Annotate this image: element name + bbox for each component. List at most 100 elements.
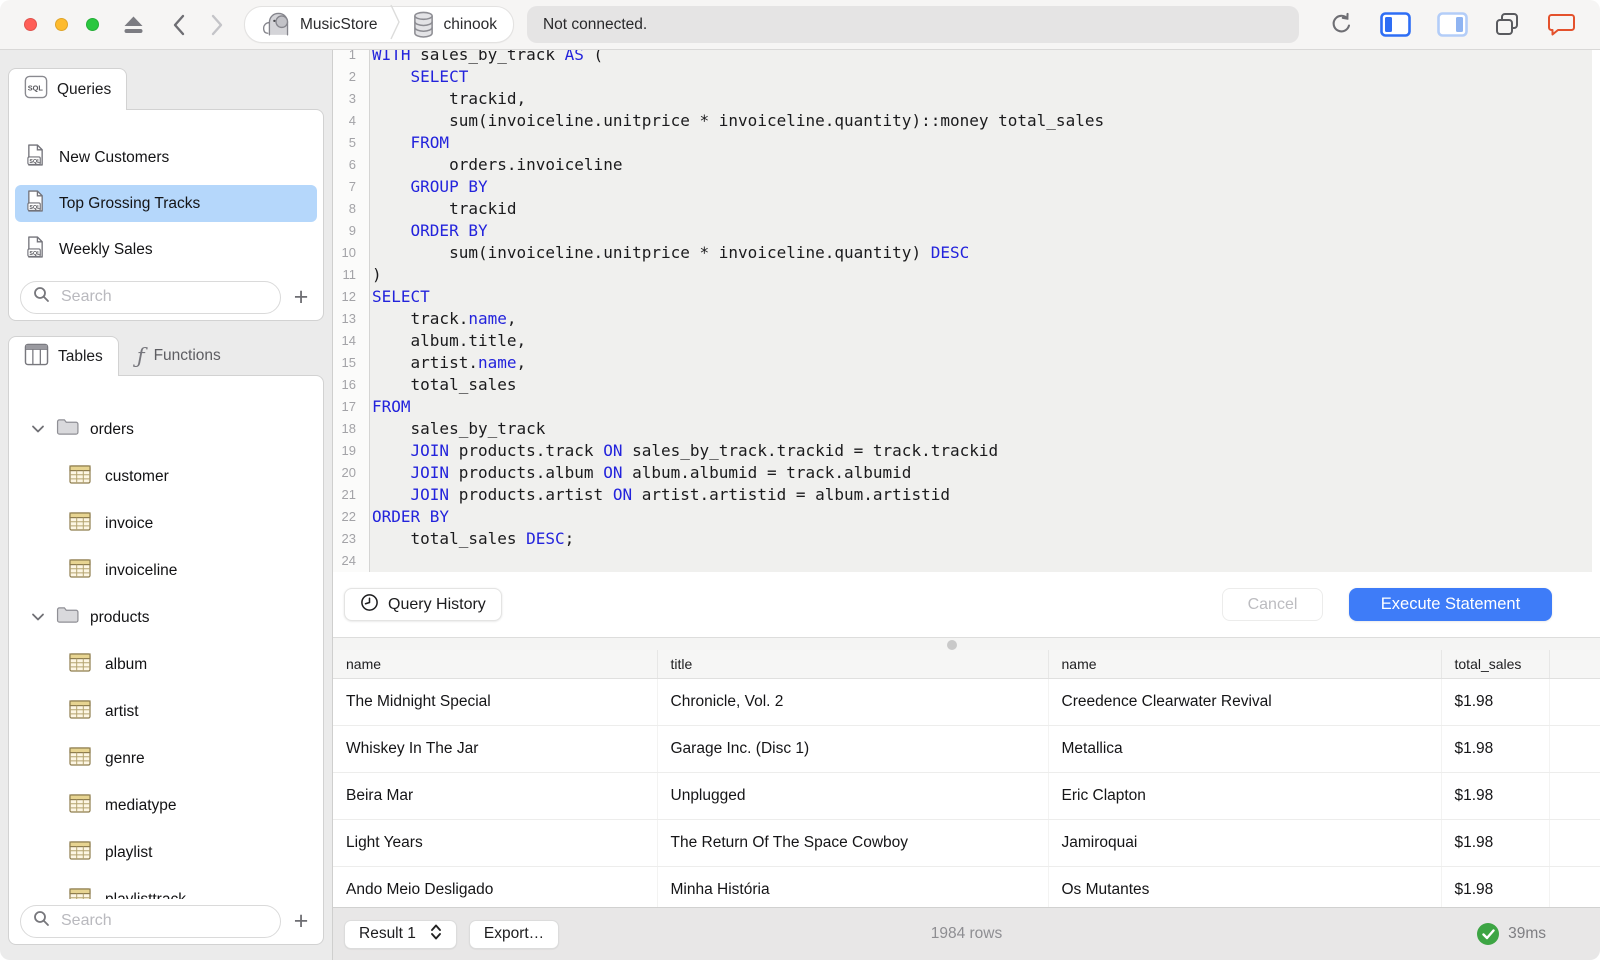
column-header-name[interactable]: name bbox=[1048, 650, 1442, 679]
result-selector[interactable]: Result 1 bbox=[344, 919, 457, 949]
table-row[interactable]: Light Years The Return Of The Space Cowbo… bbox=[333, 819, 1600, 867]
table-row[interactable]: The Midnight Special Chronicle, Vol. 2 Cre… bbox=[333, 678, 1600, 726]
export-button[interactable]: Export… bbox=[468, 919, 560, 949]
column-header-name[interactable]: name bbox=[333, 650, 658, 679]
tab-queries[interactable]: SQL Queries bbox=[8, 68, 128, 110]
feedback-chat-icon[interactable] bbox=[1547, 12, 1576, 37]
column-header-title[interactable]: title bbox=[657, 650, 1049, 679]
cell[interactable]: Jamiroquai bbox=[1048, 819, 1442, 867]
tree-folder-products[interactable]: products bbox=[9, 594, 323, 641]
line-number: 16 bbox=[341, 377, 356, 392]
forward-button[interactable] bbox=[211, 14, 224, 36]
cell[interactable]: Ando Meio Desligado bbox=[333, 866, 658, 907]
back-button[interactable] bbox=[172, 14, 185, 36]
cell[interactable]: Eric Clapton bbox=[1048, 772, 1442, 820]
code-line-12: 12 SELECT bbox=[333, 286, 1592, 308]
queries-search-input[interactable] bbox=[59, 287, 268, 307]
add-table-button[interactable]: + bbox=[290, 909, 312, 934]
chevron-down-icon[interactable] bbox=[31, 421, 45, 439]
sql-editor[interactable]: 1 WITH sales_by_track AS (2 SELECT 3 track… bbox=[333, 50, 1600, 572]
line-number: 13 bbox=[341, 311, 356, 326]
cancel-button[interactable]: Cancel bbox=[1222, 588, 1323, 621]
query-duration: 39ms bbox=[1508, 925, 1546, 942]
chevron-down-icon[interactable] bbox=[31, 609, 45, 627]
cell[interactable]: Metallica bbox=[1048, 725, 1442, 773]
refresh-icon[interactable] bbox=[1329, 12, 1354, 37]
tab-tables[interactable]: Tables bbox=[8, 336, 119, 376]
table-icon bbox=[69, 652, 91, 677]
line-number: 23 bbox=[341, 531, 356, 546]
cell[interactable]: Garage Inc. (Disc 1) bbox=[657, 725, 1049, 773]
line-number: 3 bbox=[348, 91, 356, 106]
cell[interactable]: $1.98 bbox=[1441, 819, 1550, 867]
tree-table-album[interactable]: album bbox=[9, 641, 323, 688]
table-row[interactable]: Beira Mar Unplugged Eric Clapton $1.98 bbox=[333, 772, 1600, 820]
code-text: sum(invoiceline.unitprice * invoiceline.… bbox=[372, 243, 970, 262]
cell[interactable]: Chronicle, Vol. 2 bbox=[657, 678, 1049, 726]
tree-item-label: products bbox=[90, 608, 150, 626]
toggle-right-sidebar-icon[interactable] bbox=[1437, 12, 1468, 37]
tree-table-playlist[interactable]: playlist bbox=[9, 829, 323, 876]
cell[interactable]: Whiskey In The Jar bbox=[333, 725, 658, 773]
svg-text:SQL: SQL bbox=[29, 205, 41, 211]
tree-table-genre[interactable]: genre bbox=[9, 735, 323, 782]
zoom-window-button[interactable] bbox=[86, 18, 99, 31]
code-text: FROM bbox=[410, 133, 450, 152]
query-item-label: Top Grossing Tracks bbox=[59, 194, 201, 212]
code-text: artist.name, bbox=[372, 353, 527, 372]
add-query-button[interactable]: + bbox=[290, 285, 312, 310]
cell[interactable]: The Return Of The Space Cowboy bbox=[657, 819, 1049, 867]
cell-filler bbox=[1549, 725, 1600, 773]
tables-search-input[interactable] bbox=[59, 911, 268, 931]
cell[interactable]: $1.98 bbox=[1441, 678, 1550, 726]
cell[interactable]: Light Years bbox=[333, 819, 658, 867]
cell-filler bbox=[1549, 819, 1600, 867]
code-text: JOIN products.track ON sales_by_track.tr… bbox=[410, 441, 999, 460]
cell[interactable]: $1.98 bbox=[1441, 772, 1550, 820]
tree-table-mediatype[interactable]: mediatype bbox=[9, 782, 323, 829]
code-text: ) bbox=[372, 265, 382, 284]
breadcrumb-database[interactable]: chinook bbox=[444, 16, 497, 34]
traffic-lights bbox=[24, 18, 99, 31]
cell[interactable]: Beira Mar bbox=[333, 772, 658, 820]
minimize-window-button[interactable] bbox=[55, 18, 68, 31]
tab-functions[interactable]: ƒ Functions bbox=[123, 336, 235, 376]
editor-action-row: Query History Cancel Execute Statement bbox=[333, 572, 1600, 637]
table-row[interactable]: Ando Meio Desligado Minha História Os Muta… bbox=[333, 866, 1600, 907]
query-item-weekly-sales[interactable]: SQL Weekly Sales bbox=[15, 231, 317, 268]
code-line-19: 19 JOIN products.track ON sales_by_track… bbox=[333, 440, 1592, 462]
tables-searchbox[interactable] bbox=[20, 904, 281, 938]
tree-table-artist[interactable]: artist bbox=[9, 688, 323, 735]
cell[interactable]: Unplugged bbox=[657, 772, 1049, 820]
close-window-button[interactable] bbox=[24, 18, 37, 31]
toggle-left-sidebar-icon[interactable] bbox=[1380, 12, 1411, 37]
tree-table-invoiceline[interactable]: invoiceline bbox=[9, 547, 323, 594]
cell[interactable]: Minha História bbox=[657, 866, 1049, 907]
tree-folder-orders[interactable]: orders bbox=[9, 406, 323, 453]
code-line-2: 2 SELECT bbox=[333, 66, 1592, 88]
cell[interactable]: The Midnight Special bbox=[333, 678, 658, 726]
table-icon bbox=[69, 699, 91, 724]
code-line-6: 6 orders.invoiceline bbox=[333, 154, 1592, 176]
column-header-total-sales[interactable]: total_sales bbox=[1441, 650, 1550, 679]
table-columns-icon bbox=[24, 343, 49, 371]
cell[interactable]: Creedence Clearwater Revival bbox=[1048, 678, 1442, 726]
cell[interactable]: $1.98 bbox=[1441, 866, 1550, 907]
sql-file-icon: SQL bbox=[26, 189, 45, 218]
tree-table-invoice[interactable]: invoice bbox=[9, 500, 323, 547]
cell[interactable]: Os Mutantes bbox=[1048, 866, 1442, 907]
query-item-top-grossing-tracks[interactable]: SQL Top Grossing Tracks bbox=[15, 185, 317, 222]
breadcrumb-server[interactable]: MusicStore bbox=[300, 16, 378, 34]
cell[interactable]: $1.98 bbox=[1441, 725, 1550, 773]
execute-statement-button[interactable]: Execute Statement bbox=[1349, 588, 1552, 621]
query-item-new-customers[interactable]: SQL New Customers bbox=[15, 139, 317, 176]
query-history-button[interactable]: Query History bbox=[344, 588, 502, 621]
splitter-handle-icon[interactable] bbox=[947, 640, 958, 650]
eject-icon[interactable] bbox=[121, 14, 146, 36]
new-window-icon[interactable] bbox=[1494, 12, 1521, 37]
queries-searchbox[interactable] bbox=[20, 280, 281, 314]
results-splitter[interactable] bbox=[333, 637, 1600, 650]
svg-text:SQL: SQL bbox=[29, 251, 41, 257]
tree-table-customer[interactable]: customer bbox=[9, 453, 323, 500]
table-row[interactable]: Whiskey In The Jar Garage Inc. (Disc 1) Me… bbox=[333, 725, 1600, 773]
